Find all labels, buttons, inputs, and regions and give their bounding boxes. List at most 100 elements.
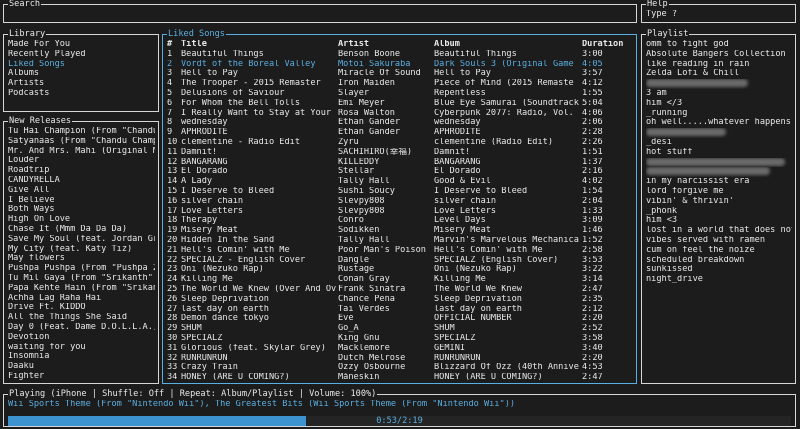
track-album[interactable]: SHUM	[434, 324, 582, 334]
track-index[interactable]: 28	[167, 314, 181, 324]
release-item[interactable]: Papa Kehte Hain (From "Srikan	[8, 284, 155, 294]
track-index[interactable]: 1	[167, 50, 181, 60]
track-artist[interactable]: Sushi Soucy	[338, 187, 434, 197]
track-duration[interactable]: 1:55	[582, 89, 633, 99]
track-title[interactable]: Demon dance tokyo	[181, 314, 338, 324]
release-item[interactable]: waiting for you	[8, 343, 155, 353]
track-title[interactable]: last day on earth	[181, 305, 338, 315]
track-index[interactable]: 8	[167, 118, 181, 128]
track-title[interactable]: Delusions of Saviour	[181, 89, 338, 99]
track-title[interactable]: Beautiful Things	[181, 50, 338, 60]
track-artist[interactable]: Zyru	[338, 138, 434, 148]
track-index[interactable]: 3	[167, 69, 181, 79]
track-artist[interactable]: Stellar	[338, 167, 434, 177]
track-album[interactable]: Dark Souls 3 (Original Game	[434, 60, 582, 70]
track-duration[interactable]: 1:52	[582, 236, 633, 246]
track-title[interactable]: SPECIALZ - English Cover	[181, 256, 338, 266]
release-item[interactable]: High On Love	[8, 215, 155, 225]
track-duration[interactable]: 2:47	[582, 285, 633, 295]
track-duration[interactable]: 2:58	[582, 246, 633, 256]
release-item[interactable]: CANDYRELLA	[8, 176, 155, 186]
track-duration[interactable]: 4:06	[582, 109, 633, 119]
track-artist[interactable]: Emi Meyer	[338, 99, 434, 109]
track-duration[interactable]: 4:12	[582, 79, 633, 89]
track-artist[interactable]: Slevpy808	[338, 197, 434, 207]
track-artist[interactable]: Ozzy Osbourne	[338, 363, 434, 373]
track-title[interactable]: Damnit!	[181, 148, 338, 158]
playback-pane[interactable]: Playing (iPhone | Shuffle: Off | Repeat:…	[3, 389, 796, 427]
library-item[interactable]: Podcasts	[8, 89, 155, 99]
track-album[interactable]: SPECIALZ	[434, 334, 582, 344]
track-title[interactable]: For Whom the Bell Tolls	[181, 99, 338, 109]
track-index[interactable]: 29	[167, 324, 181, 334]
track-album[interactable]: SPECIALZ (English Cover)	[434, 256, 582, 266]
track-duration[interactable]: 2:20	[582, 314, 633, 324]
track-title[interactable]: HONEY (ARE U COMING?)	[181, 373, 338, 381]
track-duration[interactable]: 3:22	[582, 265, 633, 275]
track-title[interactable]: Hell to Pay	[181, 69, 338, 79]
track-index[interactable]: 30	[167, 334, 181, 344]
track-index[interactable]: 21	[167, 246, 181, 256]
new-releases-pane[interactable]: New Releases Tu Hai Champion (From "Chan…	[3, 116, 159, 384]
playlist-item[interactable]: _running	[646, 109, 792, 119]
track-index[interactable]: 10	[167, 138, 181, 148]
track-duration[interactable]: 2:12	[582, 305, 633, 315]
track-duration[interactable]: 2:26	[582, 138, 633, 148]
track-artist[interactable]: Conan Gray	[338, 275, 434, 285]
playlist-item[interactable]: him <3	[646, 216, 792, 226]
track-title[interactable]: silver chain	[181, 197, 338, 207]
playlist-pane[interactable]: Playlist omm to fight god Absolute Banger…	[641, 29, 796, 384]
release-item[interactable]: I Believe	[8, 196, 155, 206]
track-title[interactable]: Sleep Deprivation	[181, 295, 338, 305]
track-index[interactable]: 34	[167, 373, 181, 381]
track-artist[interactable]: King Gnu	[338, 334, 434, 344]
track-artist[interactable]: Dangle	[338, 256, 434, 266]
track-album[interactable]: Damnit!	[434, 148, 582, 158]
track-duration[interactable]: 4:05	[582, 60, 633, 70]
track-title[interactable]: Vordt of the Boreal Valley	[181, 60, 338, 70]
track-artist[interactable]: KILLEDDY	[338, 158, 434, 168]
track-album[interactable]: El Dorado	[434, 167, 582, 177]
track-duration[interactable]: 3:57	[582, 69, 633, 79]
release-item[interactable]: Pushpa Pushpa (From "Pushpa 2	[8, 264, 155, 274]
library-item[interactable]: Recently Played	[8, 50, 155, 60]
track-title[interactable]: Killing Me	[181, 275, 338, 285]
release-item[interactable]: Daaku	[8, 362, 155, 372]
track-duration[interactable]: 1:54	[582, 187, 633, 197]
playlist-item[interactable]: 3 am	[646, 89, 792, 99]
track-title[interactable]: wednesday	[181, 118, 338, 128]
track-album[interactable]: wednesday	[434, 118, 582, 128]
playlist-item[interactable]: vibes served with ramen	[646, 236, 792, 246]
release-item[interactable]: Achha Lag Raha Hai	[8, 294, 155, 304]
track-duration[interactable]: 5:04	[582, 99, 633, 109]
release-item[interactable]: Insomnia	[8, 352, 155, 362]
track-album[interactable]: BANGARANG	[434, 158, 582, 168]
playlist-item-redacted[interactable]	[646, 167, 792, 177]
track-index[interactable]: 33	[167, 363, 181, 373]
release-item[interactable]: Save My Soul (feat. Jordan Gr	[8, 235, 155, 245]
track-artist[interactable]: Rustage	[338, 265, 434, 275]
track-artist[interactable]: Rosa Walton	[338, 109, 434, 119]
track-album[interactable]: Level Days	[434, 216, 582, 226]
track-index[interactable]: 7	[167, 109, 181, 119]
release-item[interactable]: Fighter	[8, 372, 155, 381]
release-item[interactable]: Tu Hai Champion (From "Chandu	[8, 127, 155, 137]
track-album[interactable]: Love Letters	[434, 207, 582, 217]
track-title[interactable]: El Dorado	[181, 167, 338, 177]
track-index[interactable]: 24	[167, 275, 181, 285]
track-title[interactable]: The World We Knew (Over And Ov	[181, 285, 338, 295]
playlist-item[interactable]: cum on feel the noize	[646, 246, 792, 256]
track-artist[interactable]: Tally Hall	[338, 236, 434, 246]
track-artist[interactable]: Ethan Gander	[338, 128, 434, 138]
track-title[interactable]: RUNRUNRUN	[181, 354, 338, 364]
track-title[interactable]: Hell's Comin' with Me	[181, 246, 338, 256]
release-item[interactable]: Day 0 (Feat. Dame D.O.L.L.A.)	[8, 323, 155, 333]
track-index[interactable]: 18	[167, 216, 181, 226]
playlist-item[interactable]: lost in a world that does not	[646, 226, 792, 236]
track-index[interactable]: 32	[167, 354, 181, 364]
track-title[interactable]: A Lady	[181, 177, 338, 187]
track-title[interactable]: Hidden In the Sand	[181, 236, 338, 246]
track-index[interactable]: 26	[167, 295, 181, 305]
progress-bar[interactable]: 0:53/2:19	[8, 416, 791, 426]
track-album[interactable]: Marvin's Marvelous Mechanica	[434, 236, 582, 246]
